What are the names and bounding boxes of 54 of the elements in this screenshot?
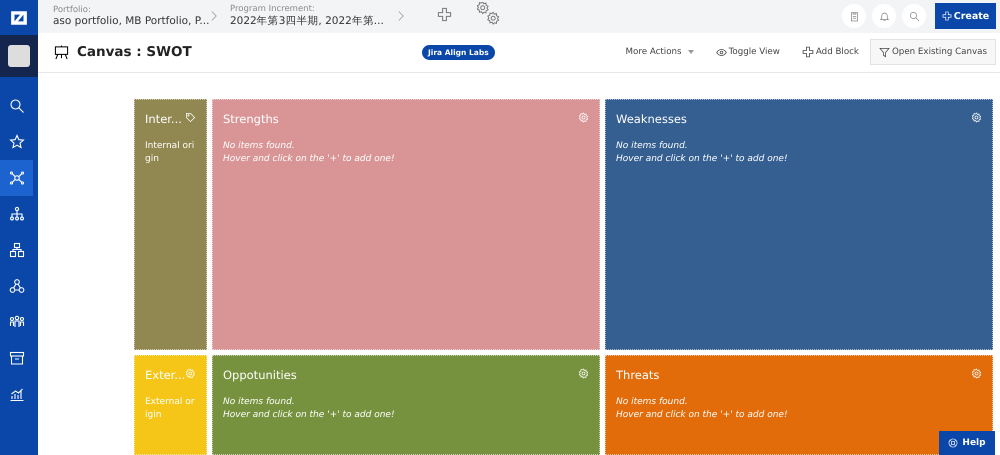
block-title: Exter... <box>145 368 186 382</box>
search-icon <box>8 98 24 114</box>
settings-icon <box>185 368 196 379</box>
search-icon <box>908 10 920 22</box>
settings-icon <box>578 112 589 123</box>
easel-icon <box>54 44 69 60</box>
page-title: Canvas : SWOT <box>77 44 193 60</box>
block-title: Strengths <box>223 112 279 126</box>
archive-icon <box>8 350 24 366</box>
team-icon <box>8 314 24 330</box>
portfolio-selector[interactable]: aso portfolio, MB Portfolio, P... <box>53 15 210 28</box>
program-increment-label: Program Increment: <box>230 4 316 14</box>
settings-icon <box>578 368 589 379</box>
plus-icon <box>437 6 452 22</box>
block-description: External origin <box>145 396 196 422</box>
bell-icon <box>878 10 890 22</box>
portfolio-label: Portfolio: <box>53 5 92 16</box>
settings-icon <box>971 368 982 379</box>
filter-icon <box>878 46 890 58</box>
logo-icon <box>10 8 28 26</box>
cluster-icon <box>8 278 24 294</box>
add-block-button[interactable]: Add Block <box>790 39 870 66</box>
plus-icon <box>942 11 952 22</box>
help-button[interactable]: Help <box>939 431 995 455</box>
caret-icon <box>688 50 694 54</box>
sidebar-item[interactable] <box>0 160 33 196</box>
network-icon <box>8 170 24 186</box>
clipboard-button[interactable] <box>842 4 866 28</box>
hierarchy-icon <box>8 206 24 222</box>
settings-icon <box>477 2 501 26</box>
eye-icon <box>716 46 727 58</box>
more-actions-menu[interactable]: More Actions <box>614 39 705 66</box>
lifebuoy-icon <box>948 438 958 448</box>
empty-message: No items found. Hover and click on the '+' to add one! <box>223 396 396 422</box>
settings-icon <box>971 112 982 123</box>
chart-icon <box>8 386 24 402</box>
empty-message: No items found. Hover and click on the '+' to add one! <box>223 140 396 166</box>
clipboard-icon <box>848 10 860 22</box>
empty-message: No items found. Hover and click on the '+' to add one! <box>616 140 789 166</box>
tag-icon <box>185 112 196 123</box>
notifications-button[interactable] <box>872 4 896 28</box>
create-button[interactable]: Create <box>935 3 996 30</box>
block-title: Threats <box>616 368 660 382</box>
empty-message: No items found. Hover and click on the '+' to add one! <box>616 396 789 422</box>
org-chart-icon <box>8 242 24 258</box>
plus-icon <box>802 46 814 58</box>
block-title: Oppotunities <box>223 368 297 382</box>
block-description: Internal origin <box>145 140 196 166</box>
open-canvas-button[interactable]: Open Existing Canvas <box>870 39 996 66</box>
star-icon <box>8 134 24 150</box>
toggle-view-button[interactable]: Toggle View <box>704 39 791 66</box>
block-title: Weaknesses <box>616 112 687 126</box>
block-title: Inter... <box>145 112 182 126</box>
program-increment-selector[interactable]: 2022年第3四半期, 2022年第... <box>230 14 384 28</box>
